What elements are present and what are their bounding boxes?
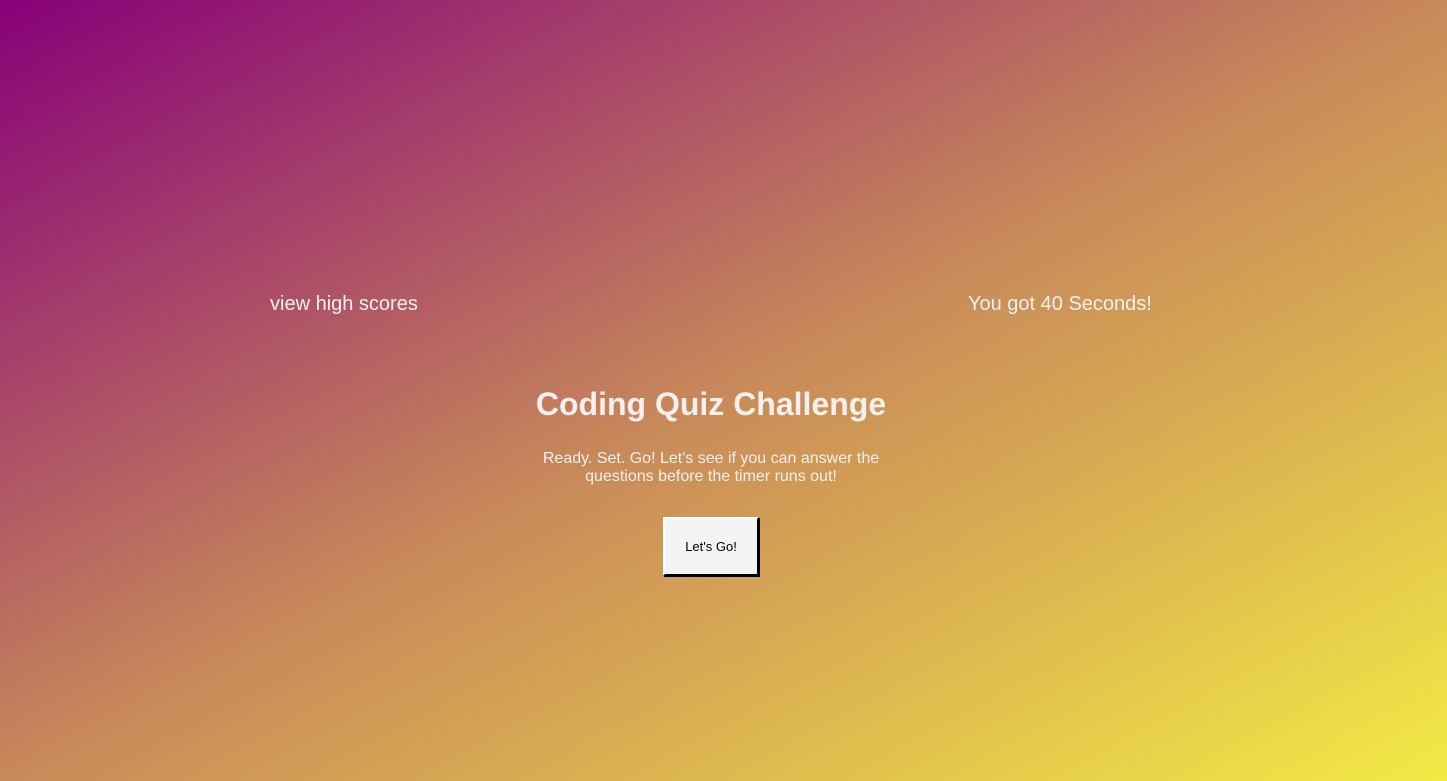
timer-display: You got 40 Seconds! [968,293,1152,315]
page-title: Coding Quiz Challenge [535,386,887,422]
header: view high scores You got 40 Seconds! [0,290,1447,318]
view-high-scores-link[interactable]: view high scores [270,290,418,318]
intro-text: Ready. Set. Go! Let's see if you can ans… [542,450,880,485]
start-quiz-button[interactable]: Let's Go! [663,517,759,576]
quiz-intro-panel: Coding Quiz Challenge Ready. Set. Go! Le… [524,380,898,576]
